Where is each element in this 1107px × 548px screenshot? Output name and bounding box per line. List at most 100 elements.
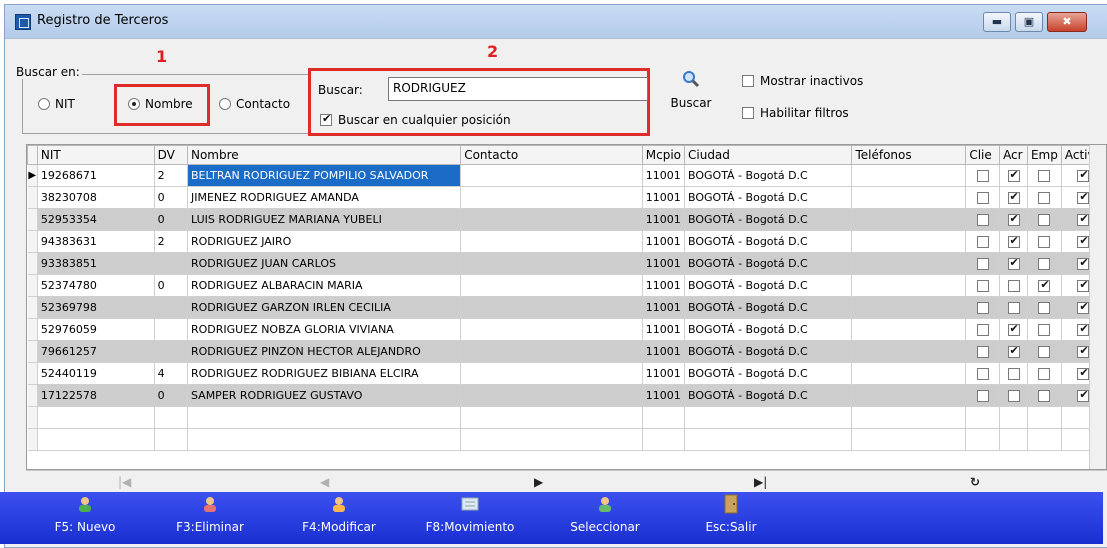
- minimize-button[interactable]: ▬: [983, 12, 1011, 32]
- acr-checkbox[interactable]: [1007, 212, 1020, 226]
- acr-checkbox[interactable]: [1007, 368, 1020, 380]
- activo-checkbox[interactable]: [1077, 366, 1090, 380]
- activo-checkbox[interactable]: [1077, 300, 1090, 314]
- nav-refresh-button[interactable]: ↻: [970, 475, 980, 489]
- search-input[interactable]: RODRIGUEZ: [388, 77, 648, 101]
- clie-checkbox[interactable]: [976, 368, 989, 380]
- row-indicator: [27, 230, 38, 253]
- cell-dv: 0: [154, 208, 188, 231]
- clie-checkbox[interactable]: [976, 170, 989, 182]
- acr-checkbox[interactable]: [1007, 322, 1020, 336]
- header-nombre[interactable]: Nombre: [186, 145, 462, 165]
- emp-checkbox[interactable]: [1038, 324, 1051, 336]
- header-contacto[interactable]: Contacto: [460, 145, 643, 165]
- delete-button[interactable]: F3:Eliminar: [165, 492, 255, 544]
- table-row[interactable]: 52369798 RODRIGUEZ GARZON IRLEN CECILIA 11…: [27, 296, 1106, 319]
- modify-button[interactable]: F4:Modificar: [294, 492, 384, 544]
- activo-checkbox[interactable]: [1077, 234, 1090, 248]
- search-anywhere-checkbox[interactable]: [320, 112, 332, 126]
- cell-contacto: [460, 318, 643, 341]
- nav-last-button[interactable]: ▶|: [754, 475, 767, 489]
- show-inactive-checkbox[interactable]: [742, 75, 754, 87]
- header-nit[interactable]: NIT: [36, 145, 155, 165]
- show-inactive-option[interactable]: Mostrar inactivos: [742, 74, 863, 88]
- activo-checkbox[interactable]: [1077, 388, 1090, 402]
- enable-filters-option[interactable]: Habilitar filtros: [742, 106, 849, 120]
- emp-checkbox[interactable]: [1038, 302, 1051, 314]
- acr-checkbox[interactable]: [1007, 390, 1020, 402]
- header-telefonos[interactable]: Teléfonos: [851, 145, 967, 165]
- cell-clie: [965, 296, 1001, 319]
- enable-filters-label: Habilitar filtros: [760, 106, 849, 120]
- clie-checkbox[interactable]: [976, 302, 989, 314]
- emp-checkbox[interactable]: [1038, 170, 1051, 182]
- radio-nombre[interactable]: Nombre: [128, 97, 193, 111]
- acr-checkbox[interactable]: [1007, 256, 1020, 270]
- emp-checkbox[interactable]: [1038, 390, 1051, 402]
- table-row[interactable]: 52440119 4 RODRIGUEZ RODRIGUEZ BIBIANA ELC…: [27, 362, 1106, 385]
- search-anywhere-option[interactable]: Buscar en cualquier posición: [320, 112, 511, 127]
- activo-checkbox[interactable]: [1077, 278, 1090, 292]
- table-row[interactable]: 52976059 RODRIGUEZ NOBZA GLORIA VIVIANA 11…: [27, 318, 1106, 341]
- table-row[interactable]: 52953354 0 LUIS RODRIGUEZ MARIANA YUBELI 11…: [27, 208, 1106, 231]
- emp-checkbox[interactable]: [1038, 346, 1051, 358]
- vertical-scrollbar[interactable]: [1089, 145, 1106, 469]
- exit-door-icon: [724, 494, 738, 514]
- header-dv[interactable]: DV: [153, 145, 188, 165]
- emp-checkbox[interactable]: [1038, 214, 1051, 226]
- clie-checkbox[interactable]: [976, 324, 989, 336]
- acr-checkbox[interactable]: [1007, 302, 1020, 314]
- acr-checkbox[interactable]: [1007, 190, 1020, 204]
- activo-checkbox[interactable]: [1077, 322, 1090, 336]
- clie-checkbox[interactable]: [976, 346, 989, 358]
- nav-next-button[interactable]: ▶: [534, 475, 543, 489]
- emp-checkbox[interactable]: [1038, 258, 1051, 270]
- activo-checkbox[interactable]: [1077, 168, 1090, 182]
- header-ciudad[interactable]: Ciudad: [683, 145, 853, 165]
- clie-checkbox[interactable]: [976, 236, 989, 248]
- table-row[interactable]: ▶ 19268671 2 BELTRAN RODRIGUEZ POMPILIO SAL…: [27, 164, 1106, 187]
- header-acr[interactable]: Acr: [999, 145, 1028, 165]
- cell-emp: [1027, 362, 1062, 385]
- exit-button[interactable]: Esc:Salir: [686, 492, 776, 544]
- emp-checkbox[interactable]: [1038, 236, 1051, 248]
- acr-checkbox[interactable]: [1007, 234, 1020, 248]
- table-row[interactable]: 93383851 RODRIGUEZ JUAN CARLOS 11001 BOGOTÁ…: [27, 252, 1106, 275]
- select-button[interactable]: Seleccionar: [560, 492, 650, 544]
- acr-checkbox[interactable]: [1007, 344, 1020, 358]
- header-emp[interactable]: Emp: [1026, 145, 1062, 165]
- clie-checkbox[interactable]: [976, 214, 989, 226]
- maximize-button[interactable]: ▣: [1015, 12, 1043, 32]
- activo-checkbox[interactable]: [1077, 256, 1090, 270]
- radio-contacto[interactable]: Contacto: [219, 97, 290, 111]
- clie-checkbox[interactable]: [976, 192, 989, 204]
- acr-checkbox[interactable]: [1007, 280, 1020, 292]
- table-row[interactable]: 79661257 RODRIGUEZ PINZON HECTOR ALEJANDR…: [27, 340, 1106, 363]
- table-row[interactable]: 52374780 0 RODRIGUEZ ALBARACIN MARIA 11001 B…: [27, 274, 1106, 297]
- header-mcpio[interactable]: Mcpio: [641, 145, 686, 165]
- table-row[interactable]: 94383631 2 RODRIGUEZ JAIRO 11001 BOGOTÁ - Bo…: [27, 230, 1106, 253]
- activo-checkbox[interactable]: [1077, 212, 1090, 226]
- activo-checkbox[interactable]: [1077, 190, 1090, 204]
- empty-cell: [37, 406, 155, 429]
- clie-checkbox[interactable]: [976, 390, 989, 402]
- table-row[interactable]: 17122578 0 SAMPER RODRIGUEZ GUSTAVO 11001 BO…: [27, 384, 1106, 407]
- emp-checkbox[interactable]: [1038, 192, 1051, 204]
- close-button[interactable]: ✖: [1047, 12, 1087, 32]
- header-clie[interactable]: Clie: [965, 145, 1001, 165]
- empty-cell: [460, 406, 643, 429]
- nav-prev-button[interactable]: ◀: [320, 475, 329, 489]
- clie-checkbox[interactable]: [976, 280, 989, 292]
- radio-nit[interactable]: NIT: [38, 97, 75, 111]
- nav-first-button[interactable]: |◀: [118, 475, 131, 489]
- enable-filters-checkbox[interactable]: [742, 107, 754, 119]
- search-button[interactable]: Buscar: [669, 70, 713, 114]
- movement-button[interactable]: F8:Movimiento: [420, 492, 520, 544]
- activo-checkbox[interactable]: [1077, 344, 1090, 358]
- emp-checkbox[interactable]: [1038, 278, 1051, 292]
- new-button[interactable]: F5: Nuevo: [40, 492, 130, 544]
- acr-checkbox[interactable]: [1007, 168, 1020, 182]
- clie-checkbox[interactable]: [976, 258, 989, 270]
- emp-checkbox[interactable]: [1038, 368, 1051, 380]
- table-row[interactable]: 38230708 0 JIMENEZ RODRIGUEZ AMANDA 11001 BO…: [27, 186, 1106, 209]
